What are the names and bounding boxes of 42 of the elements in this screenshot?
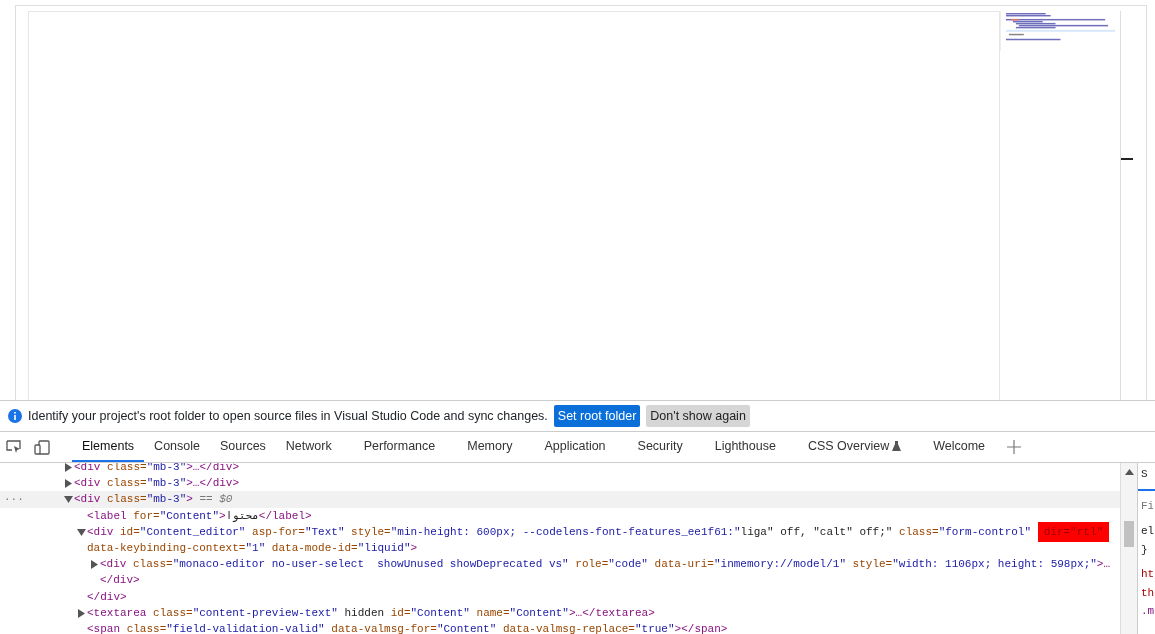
scroll-marker-icon [1121,158,1133,160]
expand-triangle-icon[interactable] [77,608,86,618]
scroll-up-icon[interactable] [1125,469,1134,475]
expand-triangle-icon[interactable] [64,463,73,472]
expand-triangle-icon[interactable] [90,560,99,570]
devtools-tab[interactable]: CSS Overview [785,432,912,462]
inspect-icon[interactable] [6,440,22,454]
info-icon [8,409,22,423]
style-rule-text: ht [1140,567,1155,582]
devtools-tab[interactable]: Welcome [911,432,996,462]
dom-node[interactable]: <textarea class="content-preview-text" hidden id="Content" name="Content">…</textarea> [87,604,1120,622]
row-menu-icon[interactable]: ··· [4,491,24,508]
devtools-tab[interactable]: Application [522,432,616,462]
infobar-button[interactable]: Don't show again [646,404,750,428]
dom-node[interactable]: <div class="monaco-editor no-user-select showUnused showDeprecated vs" role="code" data-uri="inmemory://model/1" style="width: 1106px; height: 598px;">… [100,556,1120,573]
devtools-tab[interactable]: Console [144,432,210,462]
dom-node[interactable]: <div class="mb-3">…</div> [74,463,1120,476]
style-rule-text: th [1140,585,1155,601]
infobar-message: Identify your project's root folder to open source files in Visual Studio Code and sync changes. [28,407,548,425]
collapse-triangle-icon[interactable] [77,527,86,537]
style-rule-text: .m [1140,604,1155,619]
devtools-tab[interactable]: Memory [445,432,523,462]
devtools-tab[interactable]: Security [615,432,693,462]
style-rule-text: } [1140,542,1149,558]
dom-node[interactable]: <div class="mb-3">…</div> [74,475,1120,492]
devtools-tab[interactable]: Lighthouse [692,432,786,462]
dom-node[interactable]: <span class="field-validation-valid" data-valmsg-for="Content" data-valmsg-replace="true"></span> [87,621,1120,634]
devtools-tab[interactable]: Sources [210,432,276,462]
devtools-tab[interactable]: Performance [341,432,446,462]
scrollbar-thumb[interactable] [1124,521,1134,547]
devtools-tab[interactable]: Elements [72,432,145,462]
device-toolbar-icon[interactable] [34,439,50,455]
dom-node[interactable]: </div> [100,572,1120,589]
dom-node[interactable]: <div id="Content_editor" asp-for="Text" style="min-height: 600px; --codelens-font-features_ee1f61:"liga" off, "calt" off;" class="form-control" dir="rtl" data-keybinding-context="1" data-mode-id="liquid"> [87,523,1120,557]
dom-node[interactable]: <div class="mb-3"> == $0 [74,491,1120,508]
style-rule-text: el [1140,524,1155,539]
devtools-tab[interactable]: Network [275,432,342,462]
styles-tab[interactable]: S [1138,463,1155,491]
infobar-button[interactable]: Set root folder [553,404,641,428]
expand-triangle-icon[interactable] [64,479,73,489]
collapse-triangle-icon[interactable] [64,495,73,505]
dom-node[interactable]: </div> [87,588,1120,605]
